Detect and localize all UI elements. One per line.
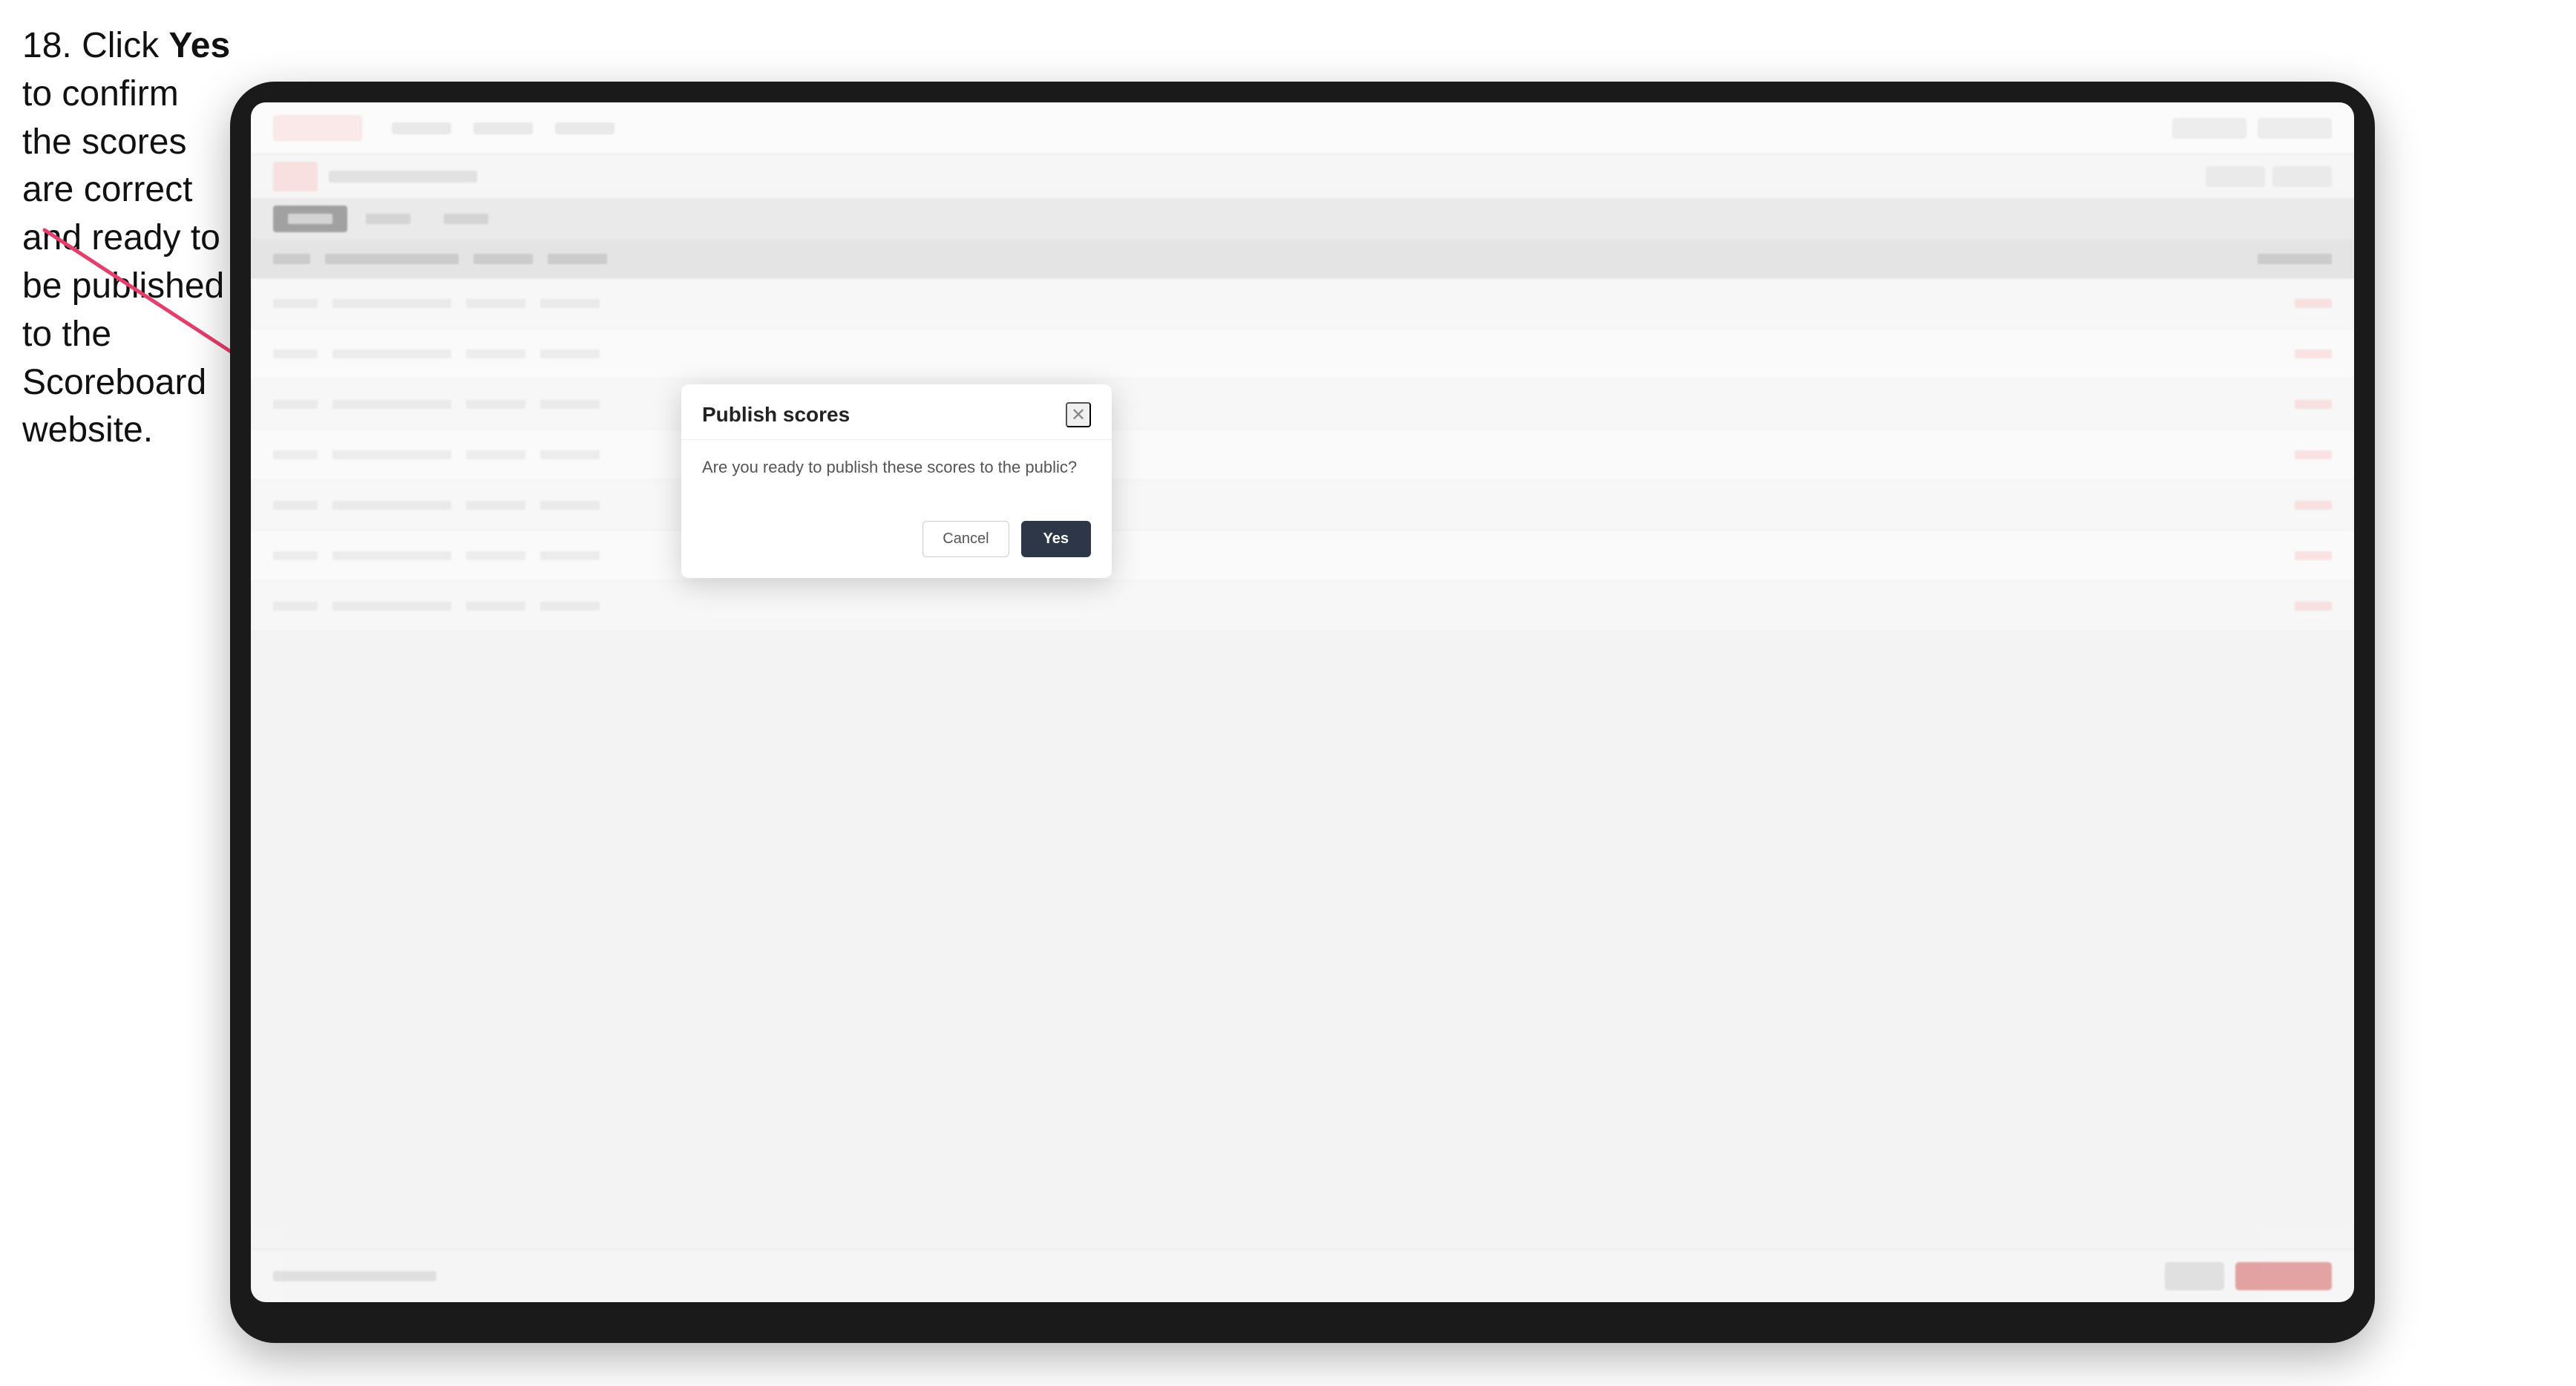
dialog-message: Are you ready to publish these scores to…: [702, 455, 1091, 479]
bottom-buttons: [2165, 1262, 2332, 1290]
subheader-right: [2206, 166, 2332, 187]
tab-settings-label: [444, 214, 488, 224]
dialog-yes-button[interactable]: Yes: [1021, 521, 1091, 557]
tablet-frame: Publish scores ✕ Are you ready to publis…: [230, 82, 2375, 1343]
app-background: [251, 102, 2354, 1302]
subheader-title: [329, 171, 477, 183]
table-row: [251, 379, 2354, 430]
subheader-btn-2: [2272, 166, 2332, 187]
nav-item-1: [392, 122, 451, 134]
dialog-body: Are you ready to publish these scores to…: [681, 455, 1112, 521]
th-total: [548, 254, 607, 264]
th-notes: [2258, 254, 2332, 264]
nav-item-2: [473, 122, 533, 134]
th-rank: [273, 254, 310, 264]
bottom-publish-btn: [2235, 1262, 2332, 1290]
dialog-close-button[interactable]: ✕: [1066, 402, 1091, 427]
tab-details-label: [366, 214, 410, 224]
tab-settings: [429, 206, 503, 232]
th-score: [473, 254, 533, 264]
dialog-header: Publish scores ✕: [681, 384, 1112, 439]
app-logo: [273, 115, 362, 141]
tablet-screen: Publish scores ✕ Are you ready to publis…: [251, 102, 2354, 1302]
th-name: [325, 254, 459, 264]
tab-details: [351, 206, 425, 232]
table-row: [251, 581, 2354, 631]
publish-scores-dialog: Publish scores ✕ Are you ready to publis…: [681, 384, 1112, 578]
step-number: 18.: [22, 26, 72, 65]
bottom-pagination: [273, 1271, 436, 1281]
table-row: [251, 531, 2354, 581]
nav-item-3: [555, 122, 614, 134]
subheader-btn-1: [2206, 166, 2265, 187]
table-row: [251, 278, 2354, 329]
table-header: [251, 240, 2354, 278]
table-row: [251, 430, 2354, 480]
dialog-cancel-button[interactable]: Cancel: [922, 521, 1009, 557]
tab-scores: [273, 206, 347, 232]
dialog-title: Publish scores: [702, 403, 850, 427]
instruction-text: 18. Click Yes to confirm the scores are …: [22, 22, 237, 455]
app-header: [251, 102, 2354, 154]
table-body: [251, 278, 2354, 631]
bold-yes: Yes: [168, 26, 230, 65]
app-nav: [392, 122, 614, 134]
header-btn-1: [2172, 118, 2246, 139]
header-btn-2: [2258, 118, 2332, 139]
tab-scores-label: [288, 214, 332, 224]
dialog-footer: Cancel Yes: [681, 521, 1112, 578]
app-bottom-bar: [251, 1249, 2354, 1302]
app-subheader: [251, 154, 2354, 199]
dialog-divider: [681, 439, 1112, 440]
subheader-logo: [273, 162, 318, 191]
app-header-right: [2172, 118, 2332, 139]
table-row: [251, 329, 2354, 379]
bottom-cancel-btn: [2165, 1262, 2224, 1290]
app-tabs: [251, 199, 2354, 240]
table-row: [251, 480, 2354, 531]
